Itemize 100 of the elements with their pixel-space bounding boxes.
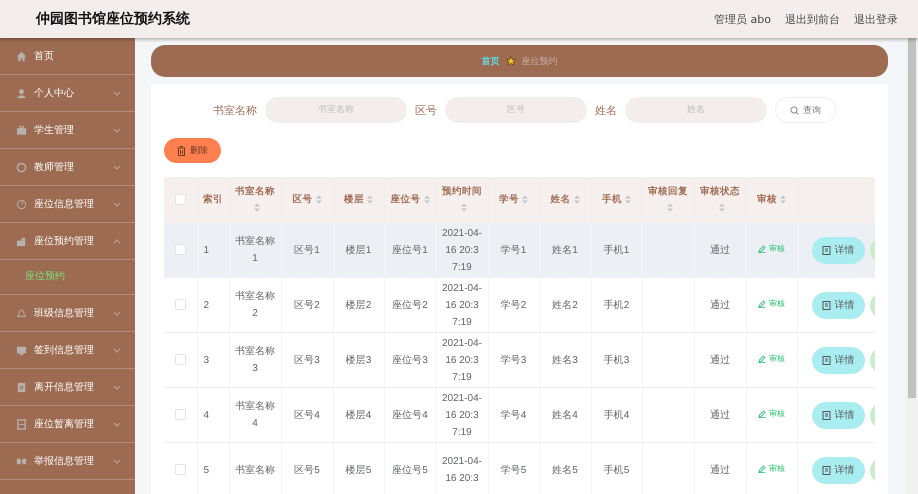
table-cell: 4 [204,410,210,420]
checkbox[interactable] [174,194,186,205]
sort-icon[interactable] [316,194,322,204]
checkbox[interactable] [174,464,186,476]
details-button[interactable]: 详情 [812,402,864,428]
sort-icon[interactable] [424,194,430,204]
table-cell: 学号4 [500,410,526,420]
search-field[interactable]: 书室名称 [265,97,407,123]
checkbox[interactable] [174,354,186,366]
breadcrumb-link[interactable]: 首页 [482,54,500,68]
table-cell: 2021-04-16 20:37:19 [442,392,482,438]
table-cell: 座位号5 [392,464,428,476]
column-header[interactable]: 学号 [488,177,539,223]
checkbox[interactable] [174,244,186,256]
checkbox[interactable] [174,299,186,310]
column-header[interactable]: 审核回复 [642,177,694,223]
column-header[interactable]: 书室名称 [229,177,281,223]
table-row[interactable]: 4 书室名称4 区号4 楼层4 座位号4 2021-04-16 20:37:19 学号4 姓名4 手机4 通过 审核 详情 [164,388,875,442]
table-cell: 姓名4 [552,410,578,420]
sort-icon[interactable] [718,202,724,212]
table-cell: 书室名称 [235,464,275,476]
search-button[interactable]: 查询 [775,97,836,123]
details-button[interactable]: 详情 [812,346,864,374]
table-cell: 区号5 [294,464,320,476]
pencil-icon [758,464,766,472]
menu-item-icon [16,124,27,136]
column-header[interactable]: 姓名 [539,177,591,223]
details-button[interactable]: 详情 [812,236,864,264]
menu-item-icon [16,162,27,172]
table-cell: 学号5 [500,464,526,476]
column-header[interactable]: 区号 [281,177,333,223]
table-cell: 书室名称1 [235,236,275,264]
menu-item-icon [16,236,27,246]
details-button[interactable]: 详情 [812,292,864,318]
document-icon [822,246,830,254]
table-cell: 姓名1 [552,244,578,256]
column-header[interactable]: 审核状态 [694,177,746,223]
table-cell: 座位号3 [392,354,428,366]
breadcrumb-current: 座位预约 [522,56,558,68]
search-field[interactable]: 姓名 [625,97,767,123]
table-cell: 手机2 [604,300,630,310]
review-link[interactable]: 审核 [758,296,785,310]
table-cell: 楼层3 [346,354,372,366]
column-header[interactable]: 手机 [591,177,642,223]
table-row[interactable]: 1 书室名称1 区号1 楼层1 座位号1 2021-04-16 20:37:19 学号1 姓名1 手机1 通过 审核 详情 [164,223,875,278]
table-cell: 通过 [710,464,730,476]
table-cell: 2021-04-16 20:37:19 [442,282,482,328]
sort-icon[interactable] [254,202,260,212]
table-cell: 姓名2 [552,300,578,310]
table-cell: 楼层2 [346,300,372,310]
column-header[interactable]: 审核 [746,177,797,223]
menu-item-icon [16,198,27,210]
pencil-icon [758,354,766,362]
table-cell: 楼层5 [346,464,372,476]
review-link[interactable]: 审核 [758,462,785,476]
table-cell: 通过 [710,410,730,420]
star-icon [506,56,516,66]
table-cell: 书室名称2 [235,291,275,319]
table-cell: 2 [204,300,210,310]
sort-icon[interactable] [522,194,528,204]
review-link[interactable]: 审核 [758,352,785,366]
delete-button[interactable]: 删除 [164,138,221,163]
column-header[interactable]: 座位号 [384,177,436,223]
review-link[interactable]: 审核 [758,406,785,420]
menu-item-icon [16,344,27,356]
sort-icon[interactable] [574,194,580,204]
column-header: 索引 [197,177,229,223]
sort-icon[interactable] [625,194,631,204]
table-cell: 手机5 [604,464,630,476]
header-link[interactable]: 退出登录 [854,12,898,26]
table-cell: 通过 [710,244,730,256]
menu-item-icon [16,382,27,392]
menu-item-icon [16,418,27,430]
table-cell: 3 [204,354,210,366]
menu-item-icon [16,308,27,318]
table-cell: 区号1 [294,244,320,256]
scrollbar-thumb[interactable] [908,38,916,398]
sort-icon[interactable] [460,202,466,212]
checkbox[interactable] [174,409,186,420]
field-label: 姓名 [595,102,617,118]
sort-icon[interactable] [367,194,373,204]
search-field[interactable]: 区号 [445,97,587,123]
table-cell: 手机3 [604,354,630,366]
table-row[interactable]: 5 书室名称 区号5 楼层5 座位号5 2021-04-16 20:3 学号5 姓名5 手机5 通过 审核 详情 [164,442,875,494]
table-cell: 区号3 [294,354,320,366]
sort-icon[interactable] [780,194,786,204]
table-cell: 区号2 [294,300,320,310]
table-cell: 书室名称4 [235,401,275,429]
column-header[interactable]: 预约时间 [436,177,488,223]
table-cell: 2021-04-16 20:3 [442,456,482,484]
sort-icon[interactable] [666,202,672,212]
table-cell: 书室名称3 [235,346,275,374]
header-link[interactable]: 退出到前台 [785,12,840,26]
table-row[interactable]: 2 书室名称2 区号2 楼层2 座位号2 2021-04-16 20:37:19 学号2 姓名2 手机2 通过 审核 详情 [164,278,875,332]
search-icon [790,106,799,114]
user-label: 管理员 abo [714,12,771,26]
table-row[interactable]: 3 书室名称3 区号3 楼层3 座位号3 2021-04-16 20:37:19 学号3 姓名3 手机3 通过 审核 详情 [164,332,875,388]
details-button[interactable]: 详情 [812,456,864,484]
table-cell: 座位号1 [392,244,428,256]
column-header[interactable]: 楼层 [333,177,384,223]
